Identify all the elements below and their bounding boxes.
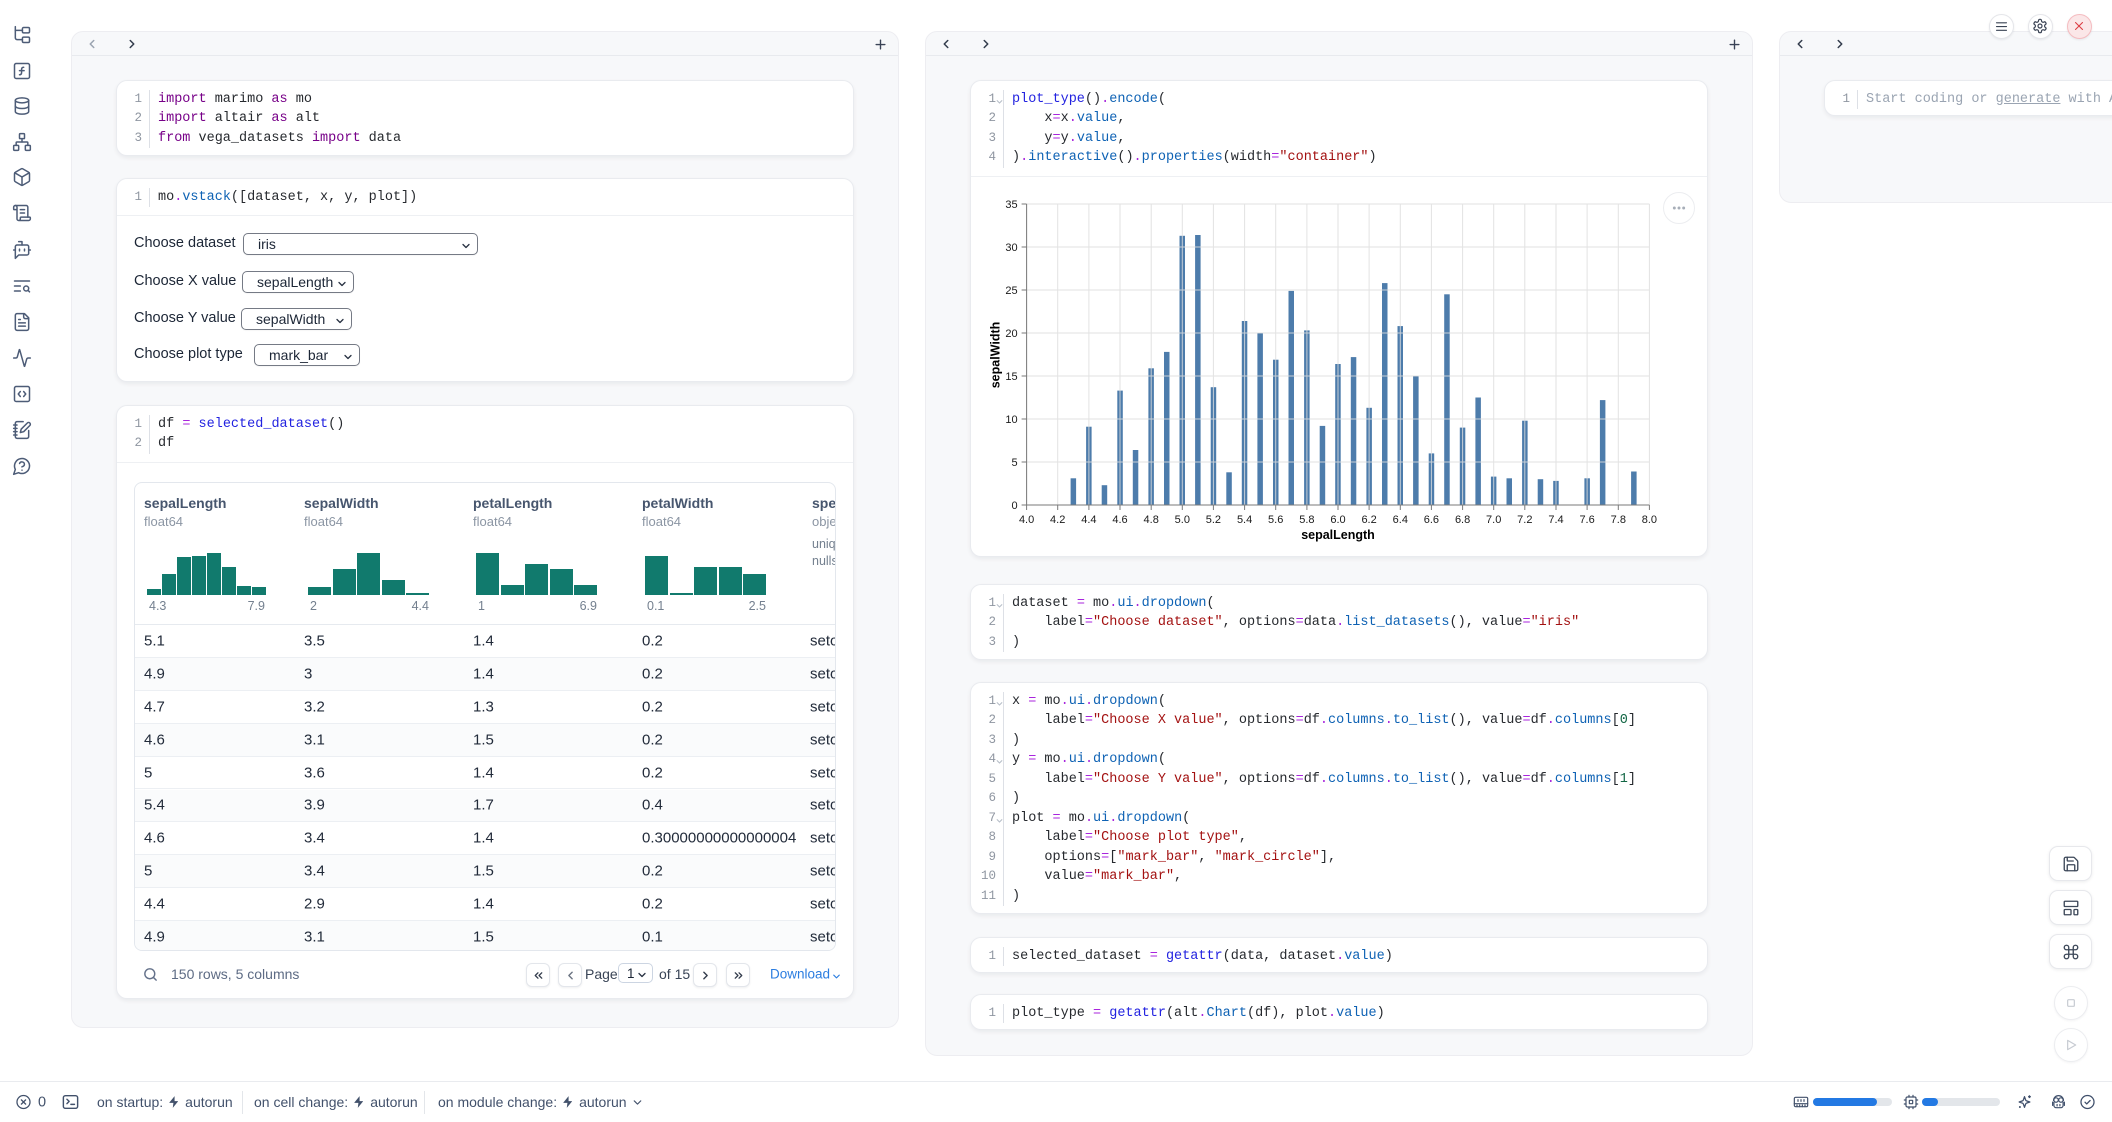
- svg-text:7.4: 7.4: [1548, 514, 1563, 526]
- svg-text:0: 0: [1011, 500, 1017, 512]
- svg-text:5.4: 5.4: [1237, 514, 1252, 526]
- svg-text:4.6: 4.6: [1112, 514, 1127, 526]
- svg-text:7.0: 7.0: [1486, 514, 1501, 526]
- svg-text:30: 30: [1005, 242, 1017, 254]
- svg-text:6.2: 6.2: [1361, 514, 1376, 526]
- svg-text:15: 15: [1005, 371, 1017, 383]
- svg-text:6.6: 6.6: [1424, 514, 1439, 526]
- svg-text:20: 20: [1005, 328, 1017, 340]
- svg-text:5.8: 5.8: [1299, 514, 1314, 526]
- svg-text:35: 35: [1005, 199, 1017, 211]
- svg-text:4.8: 4.8: [1144, 514, 1159, 526]
- svg-text:5.2: 5.2: [1206, 514, 1221, 526]
- svg-text:8.0: 8.0: [1642, 514, 1657, 526]
- svg-text:7.8: 7.8: [1611, 514, 1626, 526]
- svg-text:4.4: 4.4: [1081, 514, 1096, 526]
- svg-text:5: 5: [1011, 457, 1017, 469]
- svg-text:7.6: 7.6: [1579, 514, 1594, 526]
- svg-text:4.2: 4.2: [1050, 514, 1065, 526]
- svg-text:4.0: 4.0: [1019, 514, 1034, 526]
- svg-text:10: 10: [1005, 414, 1017, 426]
- svg-text:6.0: 6.0: [1330, 514, 1345, 526]
- svg-text:5.0: 5.0: [1175, 514, 1190, 526]
- svg-text:sepalWidth: sepalWidth: [989, 322, 1003, 389]
- svg-text:6.8: 6.8: [1455, 514, 1470, 526]
- svg-text:sepalLength: sepalLength: [1301, 528, 1375, 542]
- svg-text:5.6: 5.6: [1268, 514, 1283, 526]
- svg-text:25: 25: [1005, 285, 1017, 297]
- svg-text:6.4: 6.4: [1393, 514, 1408, 526]
- svg-text:7.2: 7.2: [1517, 514, 1532, 526]
